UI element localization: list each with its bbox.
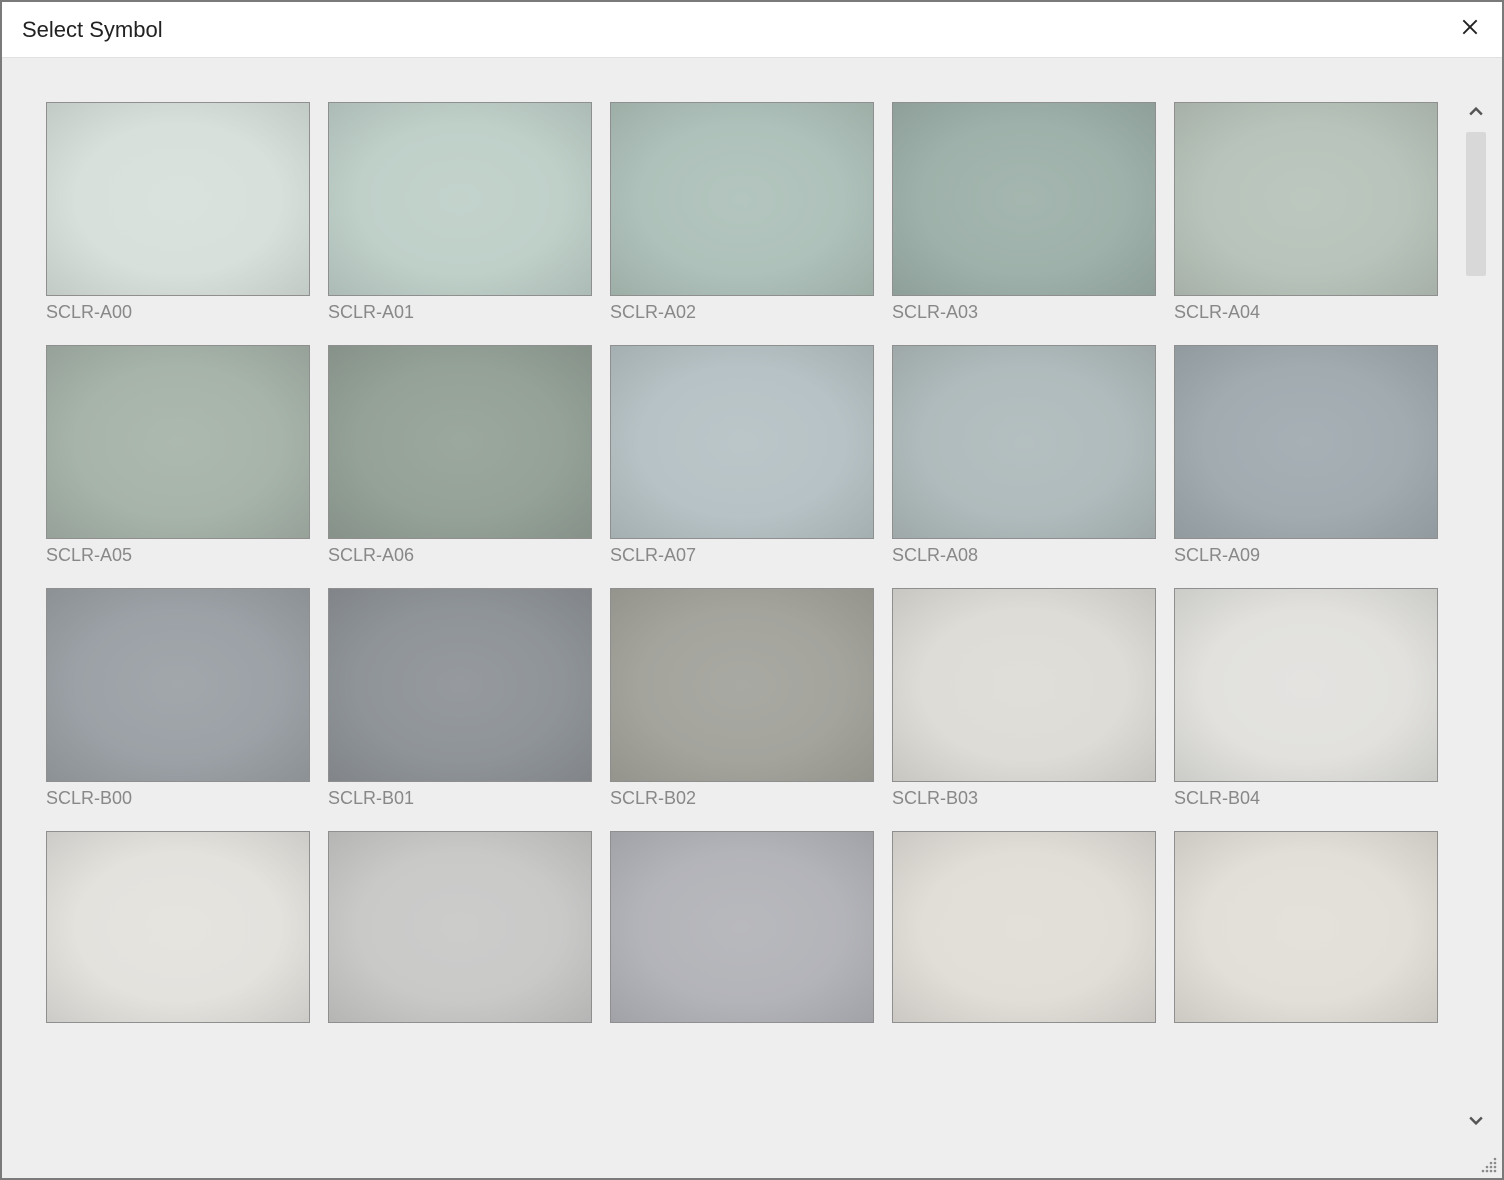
dialog-body: SCLR-A00 SCLR-A01 SCLR-A02 SCLR-A03 SCLR-A04… — [2, 58, 1502, 1178]
symbol-label: SCLR-A01 — [328, 302, 592, 323]
symbol-label: SCLR-A02 — [610, 302, 874, 323]
symbol-cell — [46, 831, 310, 1023]
symbol-swatch[interactable] — [610, 588, 874, 782]
symbol-swatch[interactable] — [1174, 588, 1438, 782]
symbol-label: SCLR-B02 — [610, 788, 874, 809]
symbol-cell — [610, 831, 874, 1023]
chevron-up-icon — [1466, 102, 1486, 127]
symbol-cell: SCLR-A03 — [892, 102, 1156, 323]
scroll-track[interactable] — [1466, 132, 1486, 1104]
symbol-swatch[interactable] — [328, 588, 592, 782]
symbol-label: SCLR-A08 — [892, 545, 1156, 566]
symbol-cell — [328, 831, 592, 1023]
symbol-cell: SCLR-B02 — [610, 588, 874, 809]
close-button[interactable] — [1458, 18, 1482, 42]
select-symbol-dialog: Select Symbol SCLR-A00SCLR-A01SCLR-A02SC… — [0, 0, 1504, 1180]
symbol-swatch[interactable] — [46, 345, 310, 539]
chevron-down-icon — [1466, 1110, 1486, 1135]
symbol-cell — [892, 831, 1156, 1023]
symbol-label: SCLR-A03 — [892, 302, 1156, 323]
symbol-label: SCLR-A07 — [610, 545, 874, 566]
symbol-label: SCLR-A06 — [328, 545, 592, 566]
symbol-label: SCLR-A00 — [46, 302, 310, 323]
dialog-title: Select Symbol — [22, 17, 163, 43]
symbol-label: SCLR-B03 — [892, 788, 1156, 809]
scroll-thumb[interactable] — [1466, 132, 1486, 276]
symbol-cell: SCLR-B03 — [892, 588, 1156, 809]
resize-grip-icon — [1480, 1161, 1498, 1178]
resize-grip[interactable] — [1480, 1156, 1498, 1174]
symbol-swatch[interactable] — [892, 345, 1156, 539]
symbol-cell: SCLR-A05 — [46, 345, 310, 566]
symbol-swatch[interactable] — [46, 831, 310, 1023]
symbol-swatch[interactable] — [610, 831, 874, 1023]
symbol-cell: SCLR-A08 — [892, 345, 1156, 566]
symbol-swatch[interactable] — [1174, 345, 1438, 539]
symbol-swatch[interactable] — [892, 588, 1156, 782]
symbol-swatch[interactable] — [328, 831, 592, 1023]
symbol-cell: SCLR-A07 — [610, 345, 874, 566]
scroll-up-button[interactable] — [1464, 102, 1488, 126]
symbol-swatch[interactable] — [1174, 831, 1438, 1023]
symbol-label: SCLR-B04 — [1174, 788, 1438, 809]
symbol-label: SCLR-A04 — [1174, 302, 1438, 323]
symbol-swatch[interactable] — [1174, 102, 1438, 296]
symbol-swatch[interactable] — [328, 345, 592, 539]
symbol-swatch[interactable] — [892, 102, 1156, 296]
symbol-swatch[interactable] — [892, 831, 1156, 1023]
symbol-swatch[interactable] — [610, 102, 874, 296]
symbol-cell: SCLR-A01 — [328, 102, 592, 323]
symbol-cell: SCLR-A09 — [1174, 345, 1438, 566]
symbol-label: SCLR-A09 — [1174, 545, 1438, 566]
symbol-label: SCLR-B00 — [46, 788, 310, 809]
symbol-swatch[interactable] — [46, 102, 310, 296]
symbol-label: SCLR-A05 — [46, 545, 310, 566]
symbol-cell: SCLR-B00 — [46, 588, 310, 809]
symbol-cell: SCLR-A00 — [46, 102, 310, 323]
close-icon — [1460, 17, 1480, 42]
symbol-swatch[interactable] — [46, 588, 310, 782]
titlebar: Select Symbol — [2, 2, 1502, 58]
symbol-swatch[interactable] — [610, 345, 874, 539]
symbol-swatch[interactable] — [328, 102, 592, 296]
symbol-cell: SCLR-A04 — [1174, 102, 1438, 323]
symbol-label: SCLR-B01 — [328, 788, 592, 809]
scrollbar — [1464, 102, 1488, 1134]
symbol-cell: SCLR-B01 — [328, 588, 592, 809]
symbol-grid: SCLR-A00 SCLR-A01 SCLR-A02 SCLR-A03 SCLR-A04… — [46, 102, 1442, 1023]
symbol-cell: SCLR-B04 — [1174, 588, 1438, 809]
symbol-cell: SCLR-A02 — [610, 102, 874, 323]
scroll-down-button[interactable] — [1464, 1110, 1488, 1134]
symbol-cell — [1174, 831, 1438, 1023]
symbol-cell: SCLR-A06 — [328, 345, 592, 566]
